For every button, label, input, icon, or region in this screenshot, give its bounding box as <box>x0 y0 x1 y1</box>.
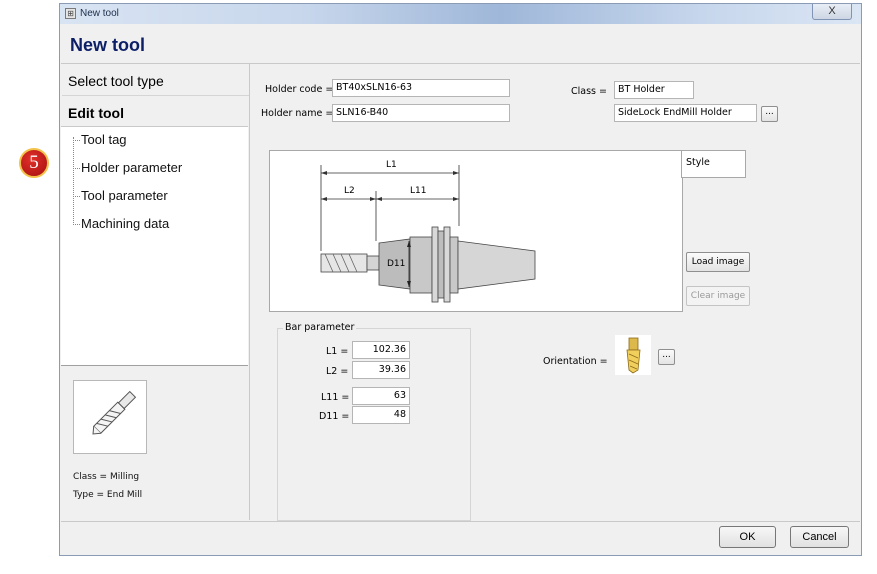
holder-code-label: Holder code = <box>265 84 334 95</box>
end-mill-icon <box>73 380 147 454</box>
holder-name-label: Holder name = <box>261 108 334 119</box>
nav-step-edit-tool[interactable]: Edit tool <box>68 105 124 121</box>
edit-tool-tree: Tool tag Holder parameter Tool parameter… <box>61 126 248 366</box>
tree-item-holder-parameter[interactable]: Holder parameter <box>73 160 182 175</box>
step-number-badge: 5 <box>19 148 49 178</box>
bar-parameter-title: Bar parameter <box>283 322 357 333</box>
dim-label-d11: D11 <box>387 259 405 269</box>
nav-step-select-tool-type[interactable]: Select tool type <box>68 73 164 89</box>
holder-type-browse-button[interactable]: ... <box>761 106 778 122</box>
tree-connector <box>73 137 74 225</box>
tree-item-tool-tag[interactable]: Tool tag <box>73 132 127 147</box>
holder-code-field[interactable]: BT40xSLN16-63 <box>332 79 510 97</box>
divider <box>62 95 249 96</box>
cancel-button[interactable]: Cancel <box>790 526 849 548</box>
title-bar: ⊞ New tool X <box>60 4 861 24</box>
window-title: New tool <box>80 8 119 19</box>
dim-label-l11: L11 <box>410 186 426 196</box>
param-label-l2: L2 = <box>326 366 349 377</box>
tool-type-text: Type = End Mill <box>73 490 143 500</box>
ok-button[interactable]: OK <box>719 526 776 548</box>
footer-divider <box>61 521 860 522</box>
holder-diagram: L1 L2 L11 D11 <box>320 160 536 303</box>
tool-orientation-icon[interactable] <box>615 335 651 375</box>
param-field-l1[interactable]: 102.36 <box>352 341 410 359</box>
param-field-l2[interactable]: 39.36 <box>352 361 410 379</box>
style-field[interactable]: Style <box>681 150 746 178</box>
tree-item-tool-parameter[interactable]: Tool parameter <box>73 188 168 203</box>
app-icon: ⊞ <box>65 8 76 19</box>
holder-type-field[interactable]: SideLock EndMill Holder <box>614 104 757 122</box>
dim-label-l1: L1 <box>386 160 397 170</box>
param-field-l11[interactable]: 63 <box>352 387 410 405</box>
close-button[interactable]: X <box>812 4 852 20</box>
class-label: Class = <box>571 86 607 97</box>
orientation-browse-button[interactable]: ... <box>658 349 675 365</box>
dialog-header: New tool <box>61 24 860 64</box>
tool-class-text: Class = Milling <box>73 472 140 482</box>
load-image-button[interactable]: Load image <box>686 252 750 272</box>
page-title: New tool <box>70 35 145 55</box>
holder-name-field[interactable]: SLN16-B40 <box>332 104 510 122</box>
orientation-label: Orientation = <box>543 356 608 367</box>
param-label-l11: L11 = <box>321 392 350 403</box>
param-field-d11[interactable]: 48 <box>352 406 410 424</box>
clear-image-button[interactable]: Clear image <box>686 286 750 306</box>
dim-label-l2: L2 <box>344 186 355 196</box>
param-label-d11: D11 = <box>319 411 350 422</box>
param-label-l1: L1 = <box>326 346 349 357</box>
tree-item-machining-data[interactable]: Machining data <box>73 216 169 231</box>
new-tool-window: ⊞ New tool X New tool Select tool type E… <box>59 3 862 556</box>
class-field[interactable]: BT Holder <box>614 81 694 99</box>
holder-image-panel: L1 L2 L11 D11 <box>269 150 683 312</box>
